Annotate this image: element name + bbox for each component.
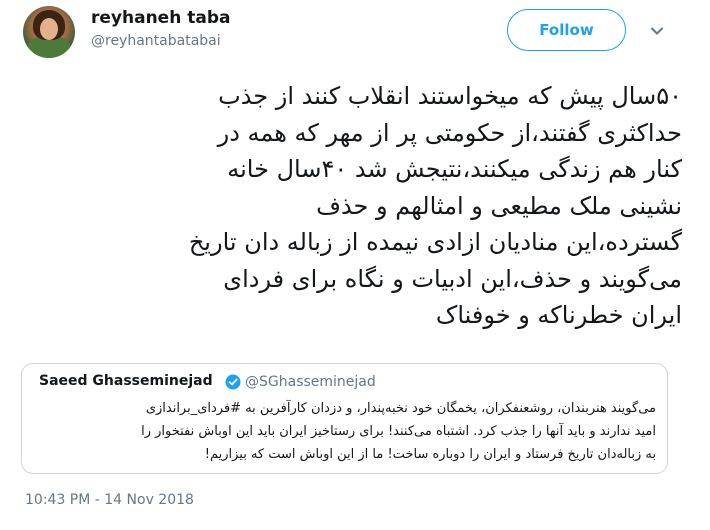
tweet-line: ایران خطرناکه و خوفناک	[435, 301, 682, 329]
quoted-tweet[interactable]: Saeed Ghasseminejad @SGhasseminejad می‌گ…	[21, 363, 668, 474]
quoted-text: می‌گویند هنربندان، روشعنفکران، یخمگان خو…	[32, 397, 656, 466]
tweet-line: نشینی ملک مطیعی و امثالهم و حذف	[316, 191, 682, 220]
tweet-line: حداکثری گفتند،از حکومتی پر از مهر که همه…	[217, 118, 682, 147]
tweet-timestamp[interactable]: 10:43 PM - 14 Nov 2018	[25, 492, 194, 508]
verified-badge-icon	[225, 374, 241, 390]
avatar[interactable]	[23, 6, 75, 58]
follow-button[interactable]: Follow	[507, 9, 626, 51]
quoted-author-handle: @SGhasseminejad	[245, 374, 376, 390]
quoted-line: به زباله‌دان تاریخ فرستاد و ایران را دوب…	[204, 447, 656, 462]
quoted-line: می‌گویند هنربندان، روشعنفکران، یخمگان خو…	[145, 401, 656, 416]
tweet-line: می‌گویند و حذف،این ادبیات و نگاه برای فر…	[223, 264, 682, 293]
author-name[interactable]: reyhaneh taba	[91, 8, 230, 28]
tweet-text: ۵۰سال پیش که میخواستند انقلاب کنند از جذ…	[30, 78, 682, 334]
tweet-line: ۵۰سال پیش که میخواستند انقلاب کنند از جذ…	[218, 82, 682, 110]
quoted-author-name: Saeed Ghasseminejad	[39, 373, 213, 389]
quoted-line: امید ندارند و باید آنها را جذب کرد. اشتب…	[141, 424, 656, 439]
author-handle[interactable]: @reyhantabatabai	[91, 33, 221, 49]
tweet-line: کنار هم زندگی میکنند،نتیجش شد ۴۰سال خانه	[227, 155, 682, 183]
tweet-line: گسترده،این منادیان ازادی نیمده از زباله …	[188, 228, 682, 256]
chevron-down-icon[interactable]	[650, 24, 664, 38]
